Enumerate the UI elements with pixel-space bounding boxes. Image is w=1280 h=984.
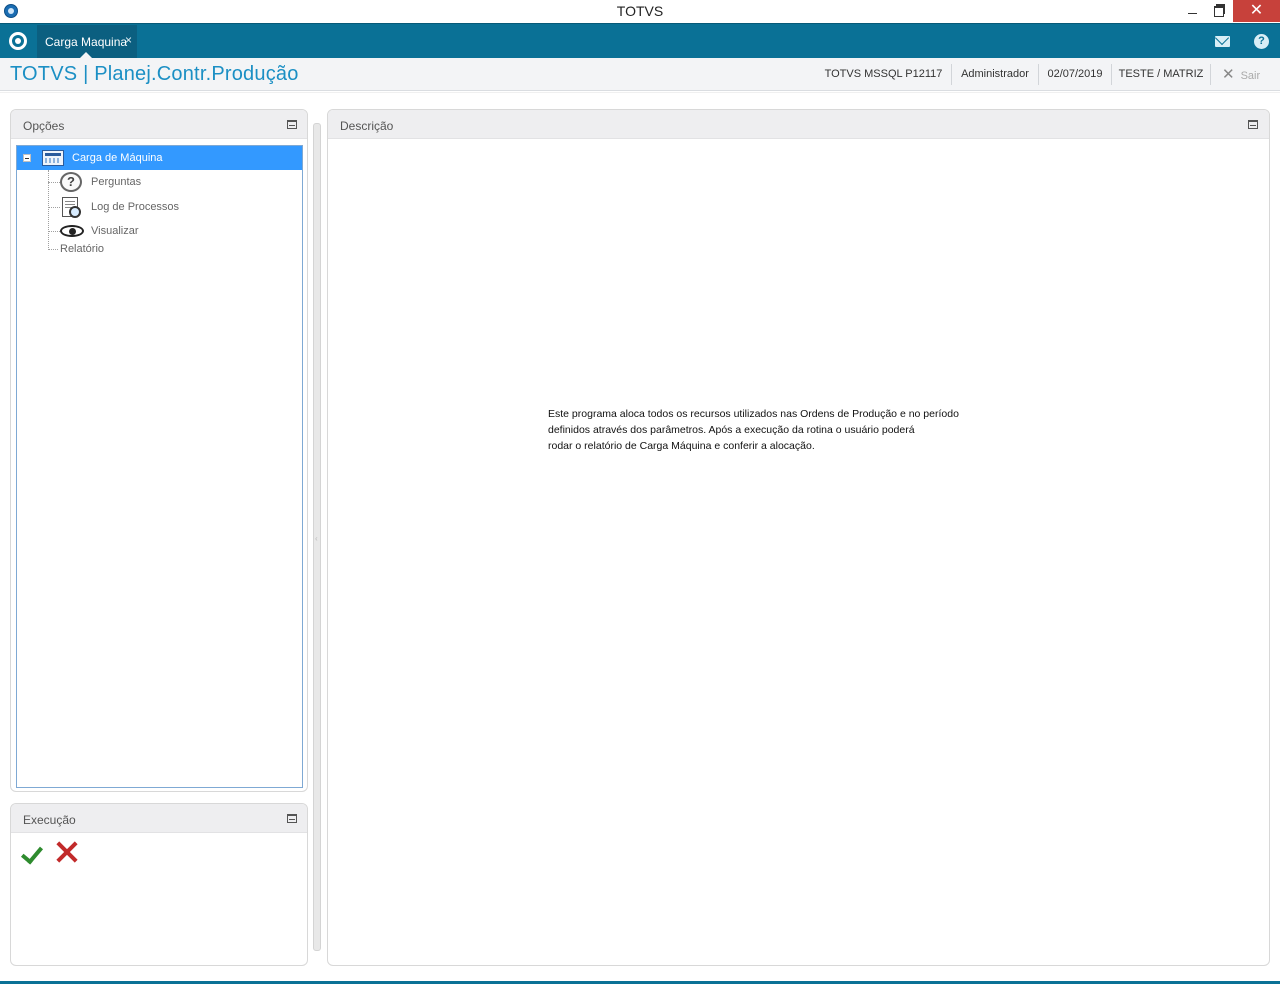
- tab-carga-maquina[interactable]: Carga Maquina ×: [37, 25, 137, 59]
- options-panel: Opções Carga de Máquina ? Perguntas Log …: [10, 109, 308, 792]
- monitor-icon: [42, 150, 64, 166]
- window-titlebar: TOTVS ✕: [0, 0, 1280, 23]
- tree-item-relatorio[interactable]: Relatório: [17, 238, 302, 260]
- collapse-tree-icon[interactable]: [23, 154, 31, 162]
- date-info: 02/07/2019: [1047, 68, 1103, 80]
- description-panel-header: Descrição: [328, 110, 1269, 139]
- options-tree: Carga de Máquina ? Perguntas Log de Proc…: [16, 145, 303, 788]
- exit-button[interactable]: ✕ Sair: [1222, 58, 1260, 91]
- tree-item-label: Relatório: [60, 243, 105, 255]
- eye-icon: [60, 225, 84, 237]
- tab-close-icon[interactable]: ×: [125, 33, 132, 47]
- close-icon: ✕: [1222, 66, 1235, 83]
- tree-item-label: Carga de Máquina: [72, 152, 163, 164]
- description-panel: Descrição Este programa aloca todos os r…: [327, 109, 1270, 966]
- window-close-button[interactable]: ✕: [1233, 0, 1280, 22]
- description-text: Este programa aloca todos os recursos ut…: [548, 408, 959, 452]
- header-divider: [1210, 64, 1211, 85]
- question-icon: ?: [60, 172, 82, 192]
- exit-label: Sair: [1240, 70, 1261, 82]
- help-icon[interactable]: ?: [1254, 34, 1269, 49]
- options-panel-header: Opções: [11, 110, 307, 139]
- tree-item-perguntas[interactable]: ? Perguntas: [17, 171, 302, 193]
- tree-item-label: Perguntas: [91, 176, 142, 188]
- collapse-icon[interactable]: [287, 120, 297, 129]
- description-panel-title: Descrição: [340, 119, 394, 133]
- execution-panel: Execução: [10, 803, 308, 966]
- execution-panel-title: Execução: [23, 813, 76, 827]
- cancel-x-icon[interactable]: [55, 840, 79, 864]
- tree-item-log-de-processos[interactable]: Log de Processos: [17, 196, 302, 218]
- log-magnifier-icon: [62, 197, 81, 218]
- splitter-grip-icon: ‹: [315, 534, 318, 543]
- restore-button[interactable]: [1203, 0, 1233, 22]
- tree-item-label: Log de Processos: [91, 201, 180, 213]
- tab-label: Carga Maquina: [45, 35, 128, 49]
- mail-icon[interactable]: [1215, 36, 1230, 47]
- user-info: Administrador: [961, 68, 1029, 80]
- panel-splitter[interactable]: ‹: [313, 123, 321, 951]
- company-info: TESTE / MATRIZ: [1118, 68, 1204, 80]
- execution-panel-header: Execução: [11, 804, 307, 833]
- module-header: TOTVS | Planej.Contr.Produção TOTVS MSSQ…: [0, 58, 1280, 91]
- environment-info: TOTVS MSSQL P12117: [824, 68, 943, 80]
- tree-item-carga-de-maquina[interactable]: Carga de Máquina: [17, 146, 302, 170]
- options-panel-title: Opções: [23, 119, 65, 133]
- tab-bar: Carga Maquina × ?: [0, 23, 1280, 59]
- collapse-icon[interactable]: [1248, 120, 1258, 129]
- totvs-home-icon[interactable]: [9, 32, 27, 50]
- main-area: Opções Carga de Máquina ? Perguntas Log …: [0, 92, 1280, 984]
- confirm-checkmark-icon[interactable]: [19, 842, 43, 864]
- module-title: TOTVS | Planej.Contr.Produção: [10, 63, 299, 85]
- tree-item-label: Visualizar: [91, 225, 139, 237]
- window-title: TOTVS: [616, 3, 664, 19]
- collapse-icon[interactable]: [287, 814, 297, 823]
